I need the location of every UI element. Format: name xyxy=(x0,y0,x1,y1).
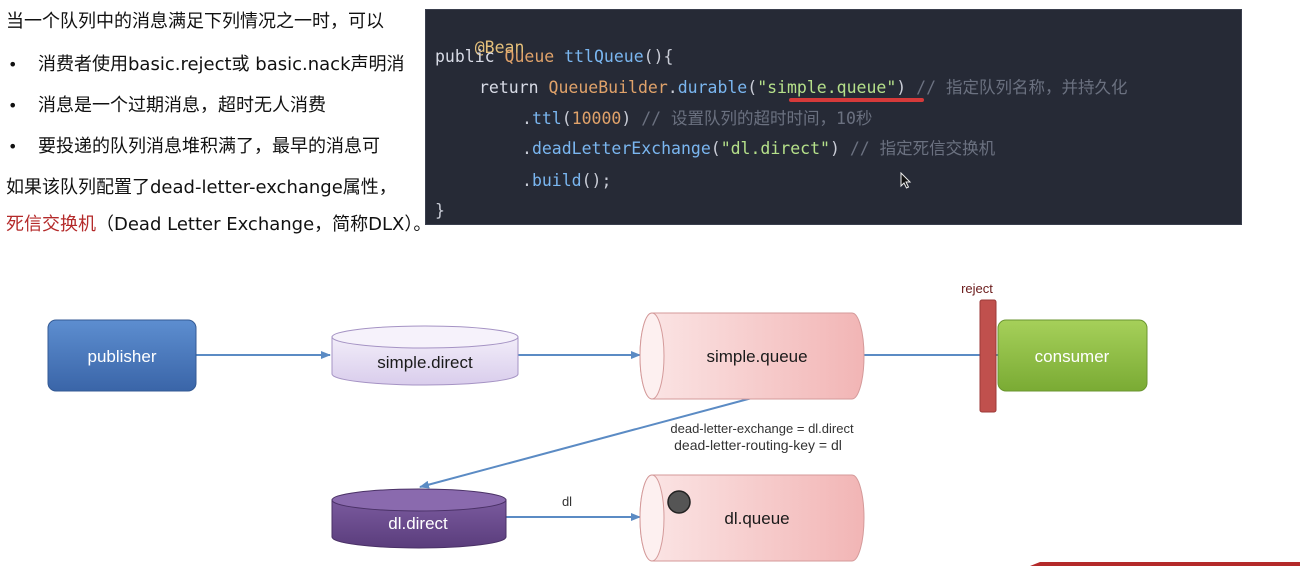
simple-direct-exchange: simple.direct xyxy=(331,325,519,386)
dl-direct-label: dl.direct xyxy=(388,514,448,533)
consumer-node: consumer xyxy=(997,319,1148,392)
slide-corner-accent xyxy=(1030,562,1300,566)
simple-direct-label: simple.direct xyxy=(377,353,473,372)
dl-direct-exchange: dl.direct xyxy=(331,488,507,549)
publisher-node: publisher xyxy=(47,319,197,392)
reject-label: reject xyxy=(961,281,993,296)
dead-letter-routing-key-label: dead-letter-routing-key = dl xyxy=(674,437,842,453)
dead-message-dot xyxy=(667,490,691,514)
publisher-label: publisher xyxy=(88,347,157,366)
reject-barrier: reject xyxy=(961,281,997,413)
consumer-label: consumer xyxy=(1035,347,1110,366)
dlx-flow-diagram: publisher simple.direct simple.queue rej… xyxy=(47,281,1300,566)
simple-queue-label: simple.queue xyxy=(706,347,807,366)
dl-queue-label: dl.queue xyxy=(724,509,789,528)
dl-routing-key-label: dl xyxy=(562,494,572,509)
simple-queue-node: simple.queue xyxy=(639,312,865,400)
dl-queue-node: dl.queue xyxy=(639,474,865,562)
dead-letter-exchange-label: dead-letter-exchange = dl.direct xyxy=(670,421,854,436)
